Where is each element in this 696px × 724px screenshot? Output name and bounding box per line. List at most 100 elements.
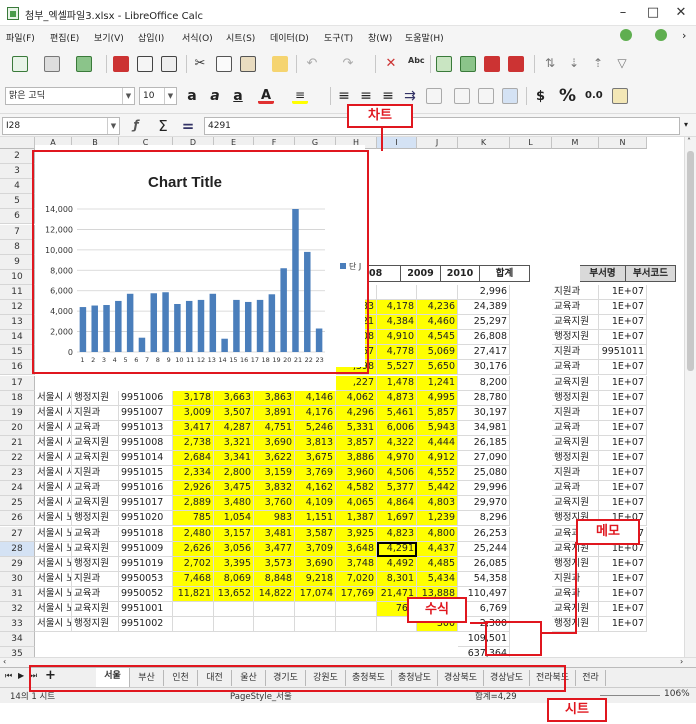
cell-c24[interactable]: 9951016 xyxy=(119,481,173,497)
cell-e25[interactable]: 3,480 xyxy=(214,496,254,512)
cell-f19[interactable]: 3,891 xyxy=(254,405,295,421)
cell-k27[interactable]: 26,253 xyxy=(458,526,510,542)
row-header-19[interactable]: 19 xyxy=(0,405,35,421)
cell-n18[interactable]: 1E+07 xyxy=(599,390,647,406)
minimize-button[interactable]: – xyxy=(608,3,638,23)
column-header-m[interactable]: M xyxy=(552,137,599,149)
cell-k13[interactable]: 25,297 xyxy=(458,315,510,331)
cell-j23[interactable]: 4,552 xyxy=(417,466,458,482)
formula-input[interactable]: 4291 xyxy=(204,117,680,135)
cell-h19[interactable]: 4,296 xyxy=(336,405,377,421)
cell-i25[interactable]: 4,864 xyxy=(377,496,417,512)
cell-k14[interactable]: 26,808 xyxy=(458,330,510,346)
cell-k25[interactable]: 29,970 xyxy=(458,496,510,512)
cell-c21[interactable]: 9951008 xyxy=(119,435,173,451)
row-header-13[interactable]: 13 xyxy=(0,315,35,331)
cell-j17[interactable]: 1,241 xyxy=(417,375,458,391)
cell-f33[interactable] xyxy=(254,617,295,633)
cell-f32[interactable] xyxy=(254,602,295,617)
cell-e22[interactable]: 3,341 xyxy=(214,451,254,466)
cell-i19[interactable]: 5,461 xyxy=(377,405,417,421)
cell-c20[interactable]: 9951013 xyxy=(119,420,173,436)
cell-h22[interactable]: 3,886 xyxy=(336,451,377,466)
cell-m20[interactable]: 교육과 xyxy=(552,420,599,436)
autofilter-icon[interactable]: ▽ xyxy=(614,56,630,72)
column-header-l[interactable]: L xyxy=(510,137,552,149)
cell-c33[interactable]: 9951002 xyxy=(119,617,173,633)
row-header-17[interactable]: 17 xyxy=(0,375,35,391)
date-format-icon[interactable] xyxy=(612,88,628,104)
menu-file[interactable]: 파일(F) xyxy=(6,31,35,44)
align-right-icon[interactable]: ≡ xyxy=(380,88,396,104)
cell-c19[interactable]: 9951007 xyxy=(119,405,173,421)
cell-b28[interactable]: 교육지원 xyxy=(72,541,119,557)
vertical-scroll-thumb[interactable] xyxy=(687,151,694,371)
cell-d24[interactable]: 2,926 xyxy=(173,481,214,497)
cell-g27[interactable]: 3,587 xyxy=(295,526,336,542)
clone-formatting-icon[interactable] xyxy=(272,56,288,72)
cell-f18[interactable]: 3,863 xyxy=(254,390,295,406)
underline-icon[interactable]: a xyxy=(230,88,246,104)
cell-b25[interactable]: 교육지원 xyxy=(72,496,119,512)
cell-d31[interactable]: 11,821 xyxy=(173,586,214,602)
cell-j22[interactable]: 4,912 xyxy=(417,451,458,466)
cell-k11[interactable]: 2,996 xyxy=(458,284,510,300)
cell-h18[interactable]: 4,062 xyxy=(336,390,377,406)
cell-d27[interactable]: 2,480 xyxy=(173,526,214,542)
menu-window[interactable]: 창(W) xyxy=(368,31,392,44)
cell-k26[interactable]: 8,296 xyxy=(458,511,510,527)
cell-i30[interactable]: 8,301 xyxy=(377,571,417,587)
scroll-right-icon[interactable]: › xyxy=(680,657,683,666)
cell-d25[interactable]: 2,889 xyxy=(173,496,214,512)
save-icon[interactable] xyxy=(76,56,92,72)
cell-d29[interactable]: 2,702 xyxy=(173,556,214,572)
cell-n25[interactable]: 1E+07 xyxy=(599,496,647,512)
cell-h30[interactable]: 7,020 xyxy=(336,571,377,587)
cell-j29[interactable]: 4,485 xyxy=(417,556,458,572)
row-header-4[interactable]: 4 xyxy=(0,179,35,195)
cell-i22[interactable]: 4,970 xyxy=(377,451,417,466)
cell-f22[interactable]: 3,622 xyxy=(254,451,295,466)
insert-rows-icon[interactable] xyxy=(484,56,500,72)
cell-n14[interactable]: 1E+07 xyxy=(599,330,647,346)
align-bottom-icon[interactable] xyxy=(502,88,518,104)
formula-icon[interactable]: = xyxy=(180,117,196,135)
highlight-color-icon[interactable]: ≡ xyxy=(292,88,308,104)
cell-j20[interactable]: 5,943 xyxy=(417,420,458,436)
cell-i12[interactable]: 4,178 xyxy=(377,300,417,315)
bold-icon[interactable]: a xyxy=(184,88,200,104)
cell-b19[interactable]: 지원과 xyxy=(72,405,119,421)
menu-format[interactable]: 서식(O) xyxy=(182,31,213,44)
cell-k24[interactable]: 29,996 xyxy=(458,481,510,497)
cell-i11[interactable] xyxy=(377,284,417,300)
cell-m13[interactable]: 교육지원 xyxy=(552,315,599,331)
cell-a20[interactable]: 서울시 서 xyxy=(35,420,72,436)
cell-b26[interactable]: 행정지원 xyxy=(72,511,119,527)
row-header-12[interactable]: 12 xyxy=(0,300,35,315)
cell-a21[interactable]: 서울시 서 xyxy=(35,435,72,451)
cell-b27[interactable]: 교육과 xyxy=(72,526,119,542)
cell-e26[interactable]: 1,054 xyxy=(214,511,254,527)
cell-a33[interactable]: 서울시 노 xyxy=(35,617,72,633)
row-header-18[interactable]: 18 xyxy=(0,390,35,406)
cell-e32[interactable] xyxy=(214,602,254,617)
menu-overflow-icon[interactable]: › xyxy=(682,29,686,42)
chevron-down-icon[interactable]: ▼ xyxy=(164,88,176,104)
cell-b18[interactable]: 행정지원 xyxy=(72,390,119,406)
cell-n16[interactable]: 1E+07 xyxy=(599,360,647,376)
cell-g26[interactable]: 1,151 xyxy=(295,511,336,527)
row-header-27[interactable]: 27 xyxy=(0,526,35,542)
export-pdf-icon[interactable] xyxy=(113,56,129,72)
cell-g29[interactable]: 3,690 xyxy=(295,556,336,572)
cell-b32[interactable]: 교육지원 xyxy=(72,602,119,617)
maximize-button[interactable]: □ xyxy=(638,3,668,23)
cell-h28[interactable]: 3,648 xyxy=(336,541,377,557)
row-header-34[interactable]: 34 xyxy=(0,632,35,648)
cell-h27[interactable]: 3,925 xyxy=(336,526,377,542)
header-dept-name[interactable]: 부서명 xyxy=(580,265,626,282)
row-header-23[interactable]: 23 xyxy=(0,466,35,482)
row-header-11[interactable]: 11 xyxy=(0,284,35,300)
header-2010[interactable]: 2010 xyxy=(441,265,480,282)
cell-m18[interactable]: 행정지원 xyxy=(552,390,599,406)
cell-i29[interactable]: 4,492 xyxy=(377,556,417,572)
